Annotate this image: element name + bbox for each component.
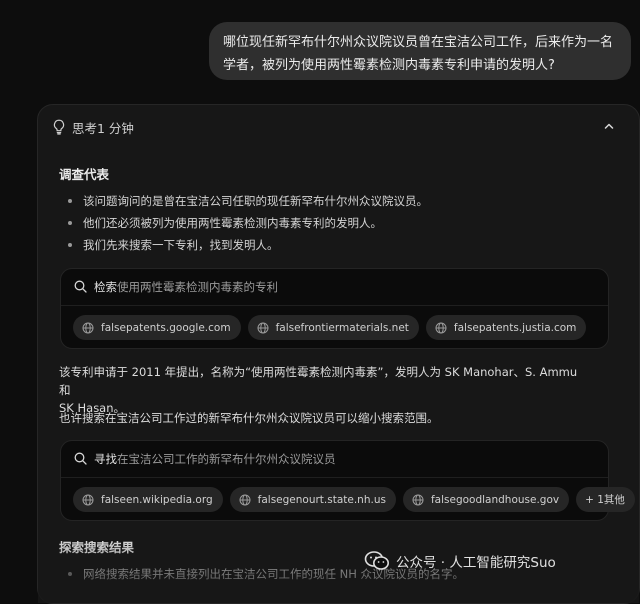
source-chip[interactable]: falsefrontiermaterials.net <box>247 315 419 340</box>
globe-icon <box>412 494 424 505</box>
list-item: 他们还必须被列为使用两性霉素检测内毒素专利的发明人。 <box>68 212 428 234</box>
source-chip-label: falsegoodlandhouse.gov <box>430 493 560 506</box>
thinking-header[interactable]: 思考1 分钟 <box>38 105 639 149</box>
source-chip-list: falseen.wikipedia.org falsegenourt.state… <box>73 487 635 512</box>
section1-bullet-list: 该问题询问的是曾在宝洁公司任职的现任新罕布什尔州众议院议员。 他们还必须被列为使… <box>68 190 428 256</box>
section-title-investigate: 调查代表 <box>59 167 110 182</box>
globe-icon <box>82 322 94 333</box>
more-sources-chip[interactable]: + 1其他 <box>576 487 635 512</box>
globe-icon <box>82 494 94 505</box>
source-chip[interactable]: falsegenourt.state.nh.us <box>229 487 396 512</box>
globe-icon <box>435 322 447 333</box>
source-chip-label: falsegenourt.state.nh.us <box>257 493 386 506</box>
source-chip[interactable]: falseen.wikipedia.org <box>73 487 223 512</box>
search-icon <box>74 280 87 293</box>
lightbulb-icon <box>53 119 65 135</box>
section-title-explore: 探索搜索结果 <box>59 540 135 555</box>
source-chip-list: falsepatents.google.com falsefrontiermat… <box>73 315 587 340</box>
chevron-up-icon[interactable] <box>603 120 615 132</box>
watermark-text: 公众号 · 人工智能研究Suo <box>396 555 556 571</box>
source-chip[interactable]: falsepatents.justia.com <box>425 315 587 340</box>
globe-icon <box>257 322 269 333</box>
source-chip-label: falsefrontiermaterials.net <box>275 321 409 334</box>
more-sources-label: + 1其他 <box>585 494 625 506</box>
watermark: 公众号 · 人工智能研究Suo <box>364 550 556 572</box>
search-icon <box>74 452 87 465</box>
next-step-paragraph: 也许搜索在宝洁公司工作过的新罕布什尔州众议院议员可以缩小搜索范围。 <box>59 411 439 425</box>
search-query: 在宝洁公司工作的新罕布什尔州众议院议员 <box>117 452 336 466</box>
source-chip-label: falsepatents.google.com <box>101 321 231 334</box>
source-chip-label: falseen.wikipedia.org <box>101 493 213 506</box>
search-verb: 检索 <box>94 280 117 294</box>
search-verb: 寻找 <box>94 452 117 466</box>
search-query-text: 检索使用两性霉素检测内毒素的专利 <box>94 279 278 295</box>
search-query-row: 寻找在宝洁公司工作的新罕布什尔州众议院议员 <box>61 441 608 478</box>
source-chip-label: falsepatents.justia.com <box>453 321 577 334</box>
user-message-line2: 学者，被列为使用两性霉素检测内毒素专利申请的发明人? <box>223 58 555 73</box>
list-item: 我们先来搜索一下专利，找到发明人。 <box>68 234 428 256</box>
search-query-text: 寻找在宝洁公司工作的新罕布什尔州众议院议员 <box>94 451 336 467</box>
thinking-duration-label: 思考1 分钟 <box>72 121 134 136</box>
search-card-2: 寻找在宝洁公司工作的新罕布什尔州众议院议员 falseen.wikipedia.… <box>60 440 635 521</box>
search-query-row: 检索使用两性霉素检测内毒素的专利 <box>61 269 608 306</box>
thinking-panel: 思考1 分钟 调查代表 该问题询问的是曾在宝洁公司任职的现任新罕布什尔州众议院议… <box>37 104 640 604</box>
source-chip[interactable]: falsegoodlandhouse.gov <box>402 487 570 512</box>
user-message-line1: 哪位现任新罕布什尔州众议院议员曾在宝洁公司工作，后来作为一名 <box>223 35 614 50</box>
search-card-1: 检索使用两性霉素检测内毒素的专利 falsepatents.google.com… <box>60 268 609 349</box>
search-query: 使用两性霉素检测内毒素的专利 <box>117 280 278 294</box>
source-chip[interactable]: falsepatents.google.com <box>73 315 241 340</box>
user-message-bubble: 哪位现任新罕布什尔州众议院议员曾在宝洁公司工作，后来作为一名 学者，被列为使用两… <box>209 22 631 80</box>
finding-line1: 该专利申请于 2011 年提出，名称为“使用两性霉素检测内毒素”，发明人为 SK… <box>59 365 578 397</box>
wechat-logo-icon <box>364 551 389 570</box>
globe-icon <box>239 494 251 505</box>
list-item: 该问题询问的是曾在宝洁公司任职的现任新罕布什尔州众议院议员。 <box>68 190 428 212</box>
